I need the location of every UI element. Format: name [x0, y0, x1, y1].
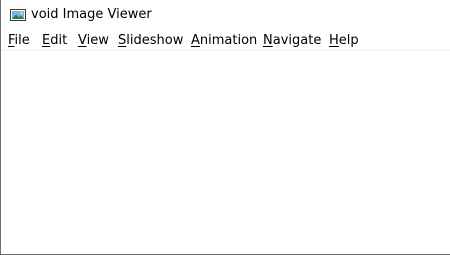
menu-slideshow[interactable]: Slideshow: [118, 32, 183, 50]
menu-help-label: elp: [338, 33, 359, 48]
menu-view[interactable]: View: [78, 32, 109, 50]
menu-edit-mnemonic: E: [42, 33, 51, 48]
menu-edit[interactable]: Edit: [42, 32, 67, 50]
menu-navigate-label: avigate: [272, 33, 322, 48]
image-viewer-app-icon: [10, 9, 26, 21]
menu-bar: File Edit View Slideshow Animation Navig…: [1, 31, 450, 51]
menu-slideshow-label: lideshow: [126, 33, 184, 48]
menu-view-mnemonic: V: [78, 33, 87, 48]
title-bar[interactable]: void Image Viewer: [1, 0, 450, 31]
image-display-area[interactable]: [1, 51, 450, 254]
menu-navigate[interactable]: Navigate: [263, 32, 321, 50]
app-window: void Image Viewer File Edit View Slidesh…: [0, 0, 450, 255]
menu-navigate-mnemonic: N: [263, 33, 273, 48]
menu-view-label: iew: [86, 33, 109, 48]
menu-help-mnemonic: H: [329, 33, 339, 48]
menu-animation-label: nimation: [199, 33, 258, 48]
menu-file-label: ile: [14, 33, 30, 48]
menu-animation[interactable]: Animation: [191, 32, 257, 50]
menu-help[interactable]: Help: [329, 32, 359, 50]
menu-animation-mnemonic: A: [191, 33, 200, 48]
window-title: void Image Viewer: [31, 7, 152, 22]
menu-edit-label: dit: [50, 33, 68, 48]
menu-file[interactable]: File: [8, 32, 30, 50]
